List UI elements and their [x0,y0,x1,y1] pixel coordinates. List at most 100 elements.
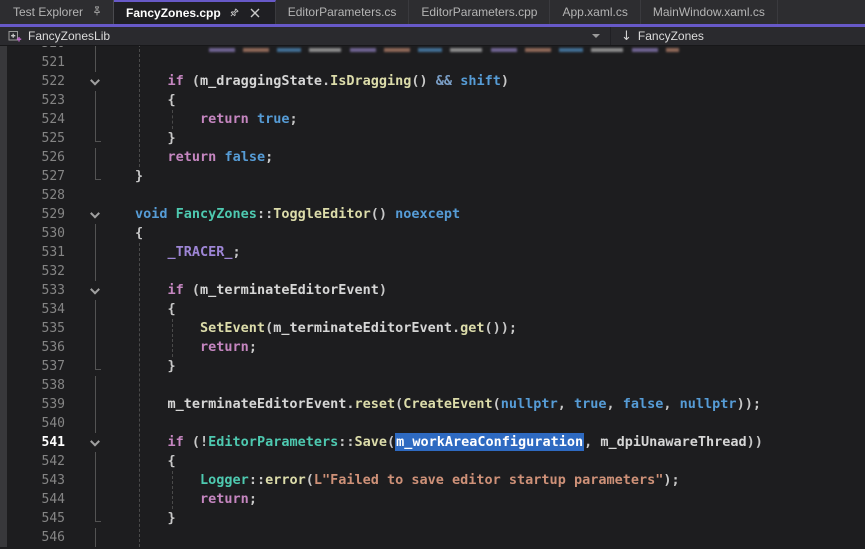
code-token: . [322,73,330,89]
code-line[interactable]: 527} [0,167,865,186]
pin-icon[interactable] [91,5,103,20]
code-token [135,73,168,89]
code-line[interactable]: 520 [0,46,865,53]
breakpoint-margin[interactable] [0,167,7,186]
breakpoint-margin[interactable] [0,148,7,167]
code-line[interactable]: 522 if (m_draggingState.IsDragging() && … [0,72,865,91]
line-number: 533 [7,281,77,300]
breakpoint-margin[interactable] [0,110,7,129]
cpp-project-icon [8,29,22,43]
code-line[interactable]: 532 [0,262,865,281]
code-token: m_dpiUnawareThread [600,434,746,450]
tab-fancyzones-cpp[interactable]: FancyZones.cpp [114,0,276,24]
code-line[interactable]: 530{ [0,224,865,243]
code-line[interactable]: 536 return; [0,338,865,357]
breakpoint-margin[interactable] [0,509,7,528]
breakpoint-margin[interactable] [0,433,7,452]
code-line[interactable]: 535 SetEvent(m_terminateEditorEvent.get(… [0,319,865,338]
code-line[interactable]: 541 if (!EditorParameters::Save(m_workAr… [0,433,865,452]
breakpoint-margin[interactable] [0,281,7,300]
line-number: 527 [7,167,77,186]
code-line[interactable]: 531 _TRACER_; [0,243,865,262]
scope-name: FancyZones [638,29,704,43]
code-token: m_terminateEditorEvent [168,396,347,412]
code-token [135,244,168,260]
code-line[interactable]: 543 Logger::error(L"Failed to save edito… [0,471,865,490]
code-token [135,491,200,507]
code-token: Save [354,434,387,450]
code-line[interactable]: 538 [0,376,865,395]
code-token: return [200,339,249,355]
breakpoint-margin[interactable] [0,72,7,91]
breakpoint-margin[interactable] [0,452,7,471]
code-line[interactable]: 526 return false; [0,148,865,167]
line-number: 526 [7,148,77,167]
code-text [113,186,865,205]
code-text [113,376,865,395]
tab-editorparameters-cs[interactable]: EditorParameters.cs [276,0,410,24]
breakpoint-margin[interactable] [0,224,7,243]
code-line[interactable]: 546 [0,528,865,547]
code-line[interactable]: 521 [0,53,865,72]
breakpoint-margin[interactable] [0,53,7,72]
breakpoint-margin[interactable] [0,319,7,338]
code-line[interactable]: 534 { [0,300,865,319]
breakpoint-margin[interactable] [0,357,7,376]
project-name: FancyZonesLib [28,29,110,43]
breakpoint-margin[interactable] [0,338,7,357]
code-line[interactable]: 537 } [0,357,865,376]
breakpoint-margin[interactable] [0,91,7,110]
line-number: 531 [7,243,77,262]
fold-margin [77,72,113,91]
code-line[interactable]: 525 } [0,129,865,148]
breakpoint-margin[interactable] [0,186,7,205]
pin-icon[interactable] [227,6,242,21]
code-token [168,206,176,222]
line-number: 528 [7,186,77,205]
tab-editorparameters-cpp[interactable]: EditorParameters.cpp [409,0,550,24]
tab-label: Test Explorer [13,5,83,19]
breakpoint-margin[interactable] [0,46,7,53]
breakpoint-margin[interactable] [0,528,7,547]
breakpoint-margin[interactable] [0,395,7,414]
code-line[interactable]: 540 [0,414,865,433]
code-line[interactable]: 533 if (m_terminateEditorEvent) [0,281,865,300]
project-dropdown[interactable]: FancyZonesLib [0,27,610,45]
fold-line [95,91,96,110]
tab-test-explorer[interactable]: Test Explorer [0,0,114,24]
fold-margin [77,46,113,53]
code-line[interactable]: 523 { [0,91,865,110]
breakpoint-margin[interactable] [0,414,7,433]
breakpoint-margin[interactable] [0,243,7,262]
scope-dropdown[interactable]: ↓ FancyZones [611,27,865,45]
code-line[interactable]: 544 return; [0,490,865,509]
breakpoint-margin[interactable] [0,490,7,509]
code-line[interactable]: 539 m_terminateEditorEvent.reset(CreateE… [0,395,865,414]
fold-margin [77,338,113,357]
tab-mainwindow-xaml-cs[interactable]: MainWindow.xaml.cs [641,0,778,24]
fold-chevron-icon[interactable] [90,284,100,294]
tab-bar: Test Explorer FancyZones.cppEditorParame… [0,0,865,24]
tab-app-xaml-cs[interactable]: App.xaml.cs [550,0,640,24]
code-line[interactable]: 545 } [0,509,865,528]
code-token: , [584,434,600,450]
code-editor[interactable]: 520521522 if (m_draggingState.IsDragging… [0,46,865,549]
breakpoint-margin[interactable] [0,205,7,224]
code-line[interactable]: 542 { [0,452,865,471]
breakpoint-margin[interactable] [0,129,7,148]
code-token: ()); [485,320,518,336]
code-line[interactable]: 529void FancyZones::ToggleEditor() noexc… [0,205,865,224]
breakpoint-margin[interactable] [0,471,7,490]
fold-chevron-icon[interactable] [90,436,100,446]
breakpoint-margin[interactable] [0,262,7,281]
fold-margin [77,509,113,528]
close-icon[interactable] [248,6,263,21]
fold-chevron-icon[interactable] [90,208,100,218]
breakpoint-margin[interactable] [0,376,7,395]
code-token: ; [249,339,257,355]
fold-chevron-icon[interactable] [90,75,100,85]
code-line[interactable]: 528 [0,186,865,205]
breakpoint-margin[interactable] [0,300,7,319]
code-token: { [135,92,176,108]
code-line[interactable]: 524 return true; [0,110,865,129]
